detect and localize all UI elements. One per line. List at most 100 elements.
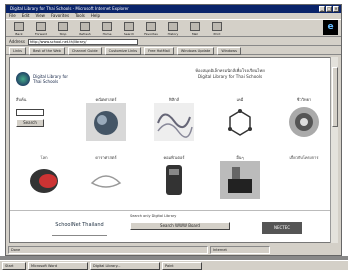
link-windows-update[interactable]: Windows Update [176, 46, 215, 55]
nectec-logo[interactable]: NECTEC [262, 222, 302, 234]
stop-icon [58, 22, 68, 31]
forward-arrow-icon [36, 22, 46, 31]
tile-label: โลก [40, 155, 48, 160]
status-text: Done [8, 246, 208, 254]
tile-label: ดาราศาสตร์ [95, 155, 117, 160]
history-icon [168, 22, 178, 31]
forward-button[interactable]: Forward [31, 21, 51, 36]
forward-label: Forward [34, 32, 48, 36]
stop-label: Stop [59, 32, 67, 36]
search-only-checkbox[interactable]: Search only Digital Library [130, 214, 235, 218]
site-logo[interactable]: Digital Library for Thai Schools [16, 66, 88, 92]
search-submit-button[interactable]: Search [16, 119, 44, 127]
cell-icon [289, 107, 319, 137]
link-best-of-web[interactable]: Best of the Web [29, 46, 65, 55]
search-box-label: สืบค้น [16, 97, 27, 102]
links-bar: Links Best of the Web Channel Guide Cust… [6, 46, 341, 55]
search-button[interactable]: Search [119, 21, 139, 36]
scrollbar-thumb[interactable] [332, 67, 338, 127]
vertical-scrollbar[interactable] [330, 57, 338, 243]
others-icon [220, 161, 260, 199]
library-logo-icon [16, 72, 30, 86]
search-label: Search [123, 32, 135, 36]
back-label: Back [15, 32, 23, 36]
home-icon [102, 22, 112, 31]
link-customize[interactable]: Customize Links [104, 46, 142, 55]
www-board-search: Search only Digital Library Search WWW B… [130, 214, 235, 240]
minimize-button[interactable]: _ [319, 6, 325, 12]
stop-button[interactable]: Stop [53, 21, 73, 36]
refresh-label: Refresh [79, 32, 91, 36]
heading-english: Digital Library for Thai Schools [197, 74, 263, 79]
address-input[interactable] [27, 38, 138, 45]
close-button[interactable]: × [333, 6, 339, 12]
taskbar: Start Microsoft Word Digital Library... … [0, 260, 348, 270]
mail-icon [190, 22, 200, 31]
link-windows[interactable]: Windows [217, 46, 241, 55]
favorites-label: Favorites [144, 32, 158, 36]
tile-label: ชีววิทยา [296, 97, 312, 102]
schoolnet-logo[interactable]: SchoolNet Thailand [52, 222, 107, 236]
favorites-icon [146, 22, 156, 31]
back-arrow-icon [14, 22, 24, 31]
search-www-board-button[interactable]: Search WWW Board [130, 222, 230, 230]
browser-window: Digital Library for Thai Schools - Micro… [5, 4, 342, 256]
print-button[interactable]: Print [207, 21, 227, 36]
computer-icon [166, 165, 182, 195]
search-box: สืบค้น Search [16, 96, 52, 127]
print-label: Print [213, 32, 221, 36]
refresh-button[interactable]: Refresh [75, 21, 95, 36]
maximize-button[interactable]: □ [326, 6, 332, 12]
search-icon [124, 22, 134, 31]
toolbar: Back Forward Stop Refresh Home Search Fa… [6, 19, 341, 37]
status-zone: Internet [210, 246, 270, 254]
link-hotmail[interactable]: Free HotMail [144, 46, 174, 55]
search-input[interactable] [16, 109, 44, 116]
history-label: History [167, 32, 179, 36]
window-title: Digital Library for Thai Schools - Micro… [10, 6, 129, 11]
tile-others[interactable]: อื่นๆ [216, 154, 264, 204]
taskbar-item-word[interactable]: Microsoft Word [28, 262, 88, 270]
tile-biology[interactable]: ชีววิทยา [280, 96, 328, 146]
earth-icon [30, 169, 58, 193]
tile-chemistry[interactable]: เคมี [216, 96, 264, 146]
page-heading: ห้องสมุดอิเล็กทรอนิกส์เพื่อโรงเรียนไทย D… [130, 68, 330, 80]
tile-label: คณิตศาสตร์ [95, 97, 117, 102]
tile-label: เกี่ยวกับโครงการ [289, 155, 319, 160]
taskbar-item-browser[interactable]: Digital Library... [90, 262, 160, 270]
tile-physics[interactable]: ฟิสิกส์ [150, 96, 198, 146]
start-button[interactable]: Start [2, 262, 26, 270]
history-button[interactable]: History [163, 21, 183, 36]
molecule-icon [228, 109, 252, 136]
refresh-icon [80, 22, 90, 31]
page-content: Digital Library for Thai Schools ห้องสมุ… [9, 57, 332, 243]
address-label: Address [9, 39, 25, 44]
taskbar-item-paint[interactable]: Paint [162, 262, 202, 270]
tile-label: อื่นๆ [236, 155, 244, 160]
link-channel-guide[interactable]: Channel Guide [67, 46, 102, 55]
back-button[interactable]: Back [9, 21, 29, 36]
home-button[interactable]: Home [97, 21, 117, 36]
title-bar: Digital Library for Thai Schools - Micro… [6, 5, 341, 13]
ie-logo-icon: e [323, 20, 338, 35]
home-label: Home [102, 32, 112, 36]
mail-button[interactable]: Mail [185, 21, 205, 36]
tile-math[interactable]: คณิตศาสตร์ [82, 96, 130, 146]
tile-computer[interactable]: คอมพิวเตอร์ [150, 154, 198, 204]
tile-earth[interactable]: โลก [20, 154, 68, 204]
tile-label: เคมี [236, 97, 244, 102]
astronomy-icon [90, 175, 122, 188]
tile-label: คอมพิวเตอร์ [163, 155, 185, 160]
tile-astronomy[interactable]: ดาราศาสตร์ [82, 154, 130, 204]
divider [10, 210, 331, 211]
tile-about[interactable]: เกี่ยวกับโครงการ [280, 154, 328, 204]
mail-label: Mail [191, 32, 199, 36]
print-icon [212, 22, 222, 31]
links-label: Links [9, 46, 26, 55]
favorites-button[interactable]: Favorites [141, 21, 161, 36]
logo-text-line-2: Thai Schools [33, 79, 59, 84]
tile-label: ฟิสิกส์ [168, 97, 180, 102]
status-bar: Done Internet [6, 245, 341, 255]
physics-icon [154, 103, 194, 141]
address-bar: Address [6, 38, 341, 46]
